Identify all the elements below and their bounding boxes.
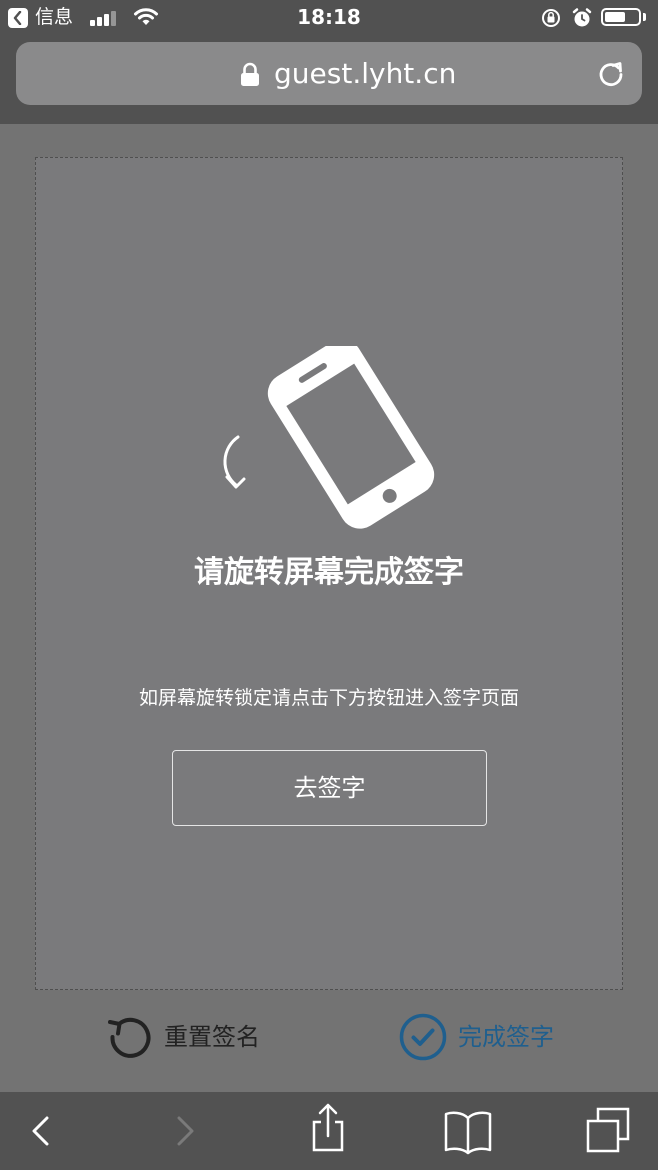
- rotate-title: 请旋转屏幕完成签字: [194, 555, 464, 590]
- signature-area[interactable]: 请旋转屏幕完成签字 如屏幕旋转锁定请点击下方按钮进入签字页面 去签字: [35, 157, 623, 990]
- book-icon[interactable]: [442, 1092, 494, 1170]
- chevron-right-icon[interactable]: [164, 1092, 204, 1170]
- finish-signature-label: 完成签字: [458, 1023, 554, 1051]
- address-bar[interactable]: guest.lyht.cn: [16, 42, 642, 105]
- go-sign-button[interactable]: 去签字: [172, 750, 487, 826]
- check-circle-icon: [399, 1013, 447, 1061]
- battery-icon: [601, 8, 641, 26]
- reset-signature-button[interactable]: 重置签名: [106, 1013, 286, 1061]
- reload-icon[interactable]: [596, 59, 626, 89]
- tabs-icon[interactable]: [584, 1092, 634, 1170]
- orientation-lock-icon: [542, 9, 560, 27]
- undo-circle-icon: [108, 1017, 151, 1058]
- battery-tip: [643, 13, 646, 21]
- reset-signature-label: 重置签名: [164, 1023, 260, 1051]
- browser-toolbar: [0, 1092, 658, 1170]
- status-bar: 信息 18:18: [0, 0, 658, 36]
- share-icon[interactable]: [306, 1092, 350, 1170]
- url-text[interactable]: guest.lyht.cn: [274, 56, 456, 92]
- finish-signature-button[interactable]: 完成签字: [399, 1013, 579, 1061]
- address-area: guest.lyht.cn: [0, 36, 658, 124]
- alarm-icon: [572, 8, 592, 27]
- battery-level: [605, 12, 625, 22]
- lock-icon: [241, 62, 259, 86]
- rotate-phone-icon: [267, 346, 435, 529]
- rotate-hint: 如屏幕旋转锁定请点击下方按钮进入签字页面: [138, 687, 519, 709]
- chevron-left-icon[interactable]: [22, 1092, 62, 1170]
